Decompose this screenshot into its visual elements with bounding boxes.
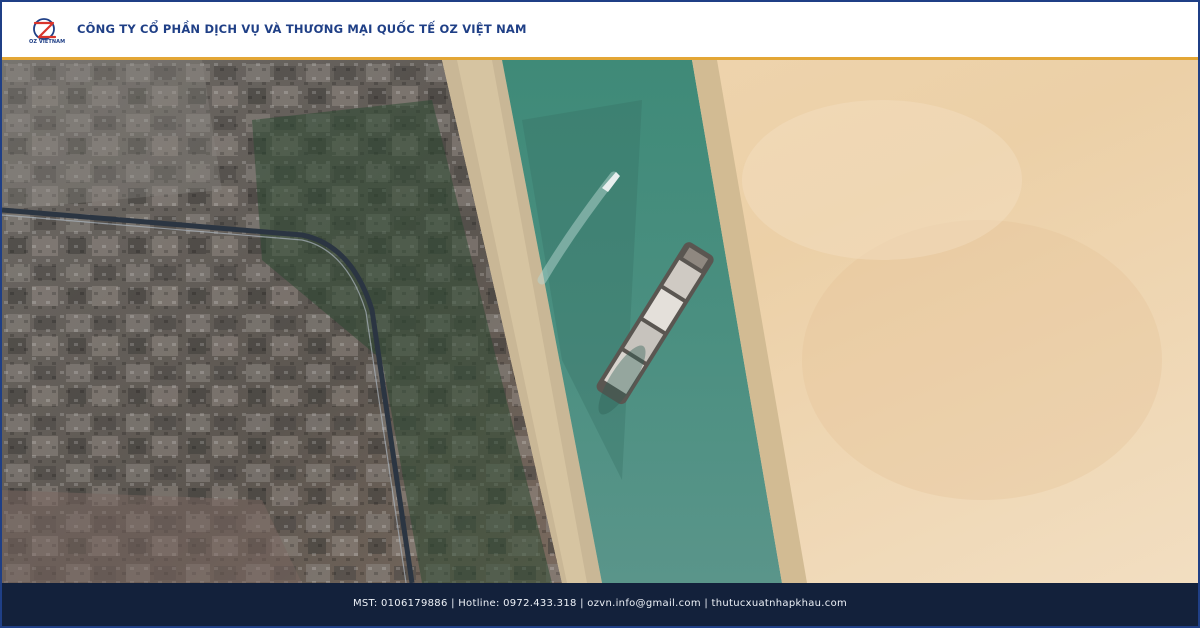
banner-frame: OZ VIETNAM CÔNG TY CỔ PHẦN DỊCH VỤ VÀ TH… <box>0 0 1200 628</box>
company-name: CÔNG TY CỔ PHẦN DỊCH VỤ VÀ THƯƠNG MẠI QU… <box>77 22 527 36</box>
canal-image <box>2 60 1198 583</box>
header-bar: OZ VIETNAM CÔNG TY CỔ PHẦN DỊCH VỤ VÀ TH… <box>2 2 1198 60</box>
footer-contact-line: MST: 0106179886 | Hotline: 0972.433.318 … <box>352 598 848 609</box>
satellite-photo <box>2 60 1198 583</box>
logo-text: OZ VIETNAM <box>29 39 66 45</box>
footer-bar: MST: 0106179886 | Hotline: 0972.433.318 … <box>2 583 1198 626</box>
